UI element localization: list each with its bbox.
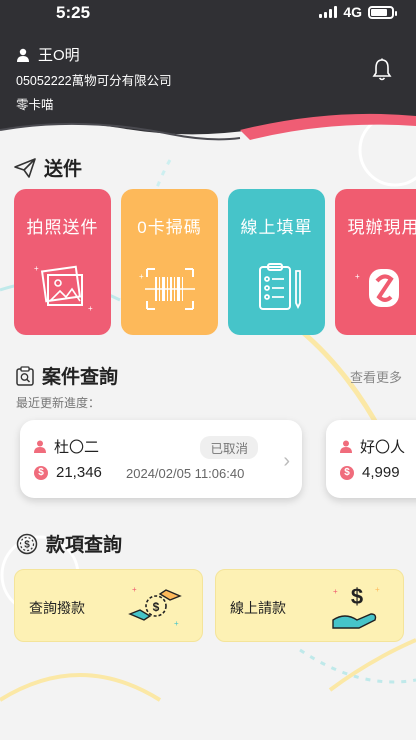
payment-cards: 查詢撥款 $ + + 線上請款 $ + + — [14, 569, 404, 642]
case-card[interactable]: 杜〇二 已取消 $ 21,346 2024/02/05 11:06:40 › — [20, 420, 302, 498]
svg-text:+: + — [132, 585, 137, 594]
status-bar: 5:25 4G — [0, 0, 416, 26]
svg-text:+: + — [333, 587, 338, 596]
case-client: 好〇人 — [340, 436, 405, 457]
status-indicators: 4G — [319, 4, 397, 20]
user-icon — [34, 440, 46, 453]
dollar-coin-icon: $ — [340, 465, 354, 480]
header: 5:25 4G 王O明 05052222萬物可分有限公司 零卡喵 — [0, 0, 416, 150]
svg-text:$: $ — [153, 600, 160, 614]
svg-text:+: + — [139, 272, 144, 281]
query-disbursement-card[interactable]: 查詢撥款 $ + + — [14, 569, 203, 642]
online-claim-card[interactable]: 線上請款 $ + + — [215, 569, 404, 642]
bell-icon[interactable] — [372, 58, 392, 82]
card-barcode-scan[interactable]: 0卡掃碼 + — [121, 189, 218, 335]
recent-updates-label: 最近更新進度： — [16, 396, 101, 410]
user-icon — [340, 440, 352, 453]
instant-use-icon: + — [355, 269, 399, 307]
card-label: 0卡掃碼 — [137, 218, 202, 237]
network-type: 4G — [343, 4, 362, 20]
svg-text:+: + — [174, 619, 179, 628]
case-search-icon — [16, 365, 34, 386]
case-amount-value: 21,346 — [56, 464, 102, 481]
user-icon — [17, 48, 29, 62]
status-badge: 已取消 — [200, 436, 258, 459]
svg-text:+: + — [34, 264, 39, 273]
svg-text:+: + — [88, 304, 93, 313]
svg-text:+: + — [375, 585, 380, 594]
case-title-text: 案件查詢 — [42, 367, 119, 388]
card-online-form[interactable]: 線上填單 — [228, 189, 325, 335]
money-transfer-icon: $ + + — [128, 585, 182, 628]
send-section-title: 送件 — [14, 154, 82, 181]
case-timestamp: 2024/02/05 11:06:40 — [126, 466, 245, 481]
send-cards: 拍照送件 + + 0卡掃碼 + 線上填單 現辦現用 + — [14, 189, 416, 335]
dollar-coin-icon: $ — [34, 465, 48, 480]
case-amount-value: 4,999 — [362, 464, 400, 481]
card-label: 查詢撥款 — [29, 600, 85, 616]
svg-text:$: $ — [351, 584, 363, 609]
card-label: 拍照送件 — [26, 218, 99, 237]
battery-icon — [368, 5, 397, 19]
photo-icon: + + — [34, 264, 93, 313]
case-amount: $ 21,346 — [34, 464, 102, 481]
clipboard-form-icon — [258, 263, 301, 310]
barcode-scan-icon: + — [139, 268, 195, 310]
dollar-circle-icon: $ — [16, 533, 38, 554]
card-label: 線上填單 — [240, 218, 313, 237]
svg-text:+: + — [355, 272, 360, 281]
card-photo-send[interactable]: 拍照送件 + + — [14, 189, 111, 335]
user-info: 王O明 — [16, 44, 80, 65]
card-label: 現辦現用 — [347, 218, 416, 237]
case-client-name: 杜〇二 — [54, 439, 100, 456]
app-screen: 5:25 4G 王O明 05052222萬物可分有限公司 零卡喵 送件 拍照送件… — [0, 0, 416, 740]
case-client-name: 好〇人 — [360, 439, 406, 456]
case-card[interactable]: 好〇人 $ 4,999 — [326, 420, 416, 498]
case-amount: $ 4,999 — [340, 464, 400, 481]
card-instant-use[interactable]: 現辦現用 + — [335, 189, 416, 335]
user-name: 王O明 — [38, 47, 80, 64]
case-client: 杜〇二 — [34, 436, 99, 457]
payment-section-title: $ 款項查詢 — [16, 530, 122, 557]
svg-text:$: $ — [24, 539, 30, 550]
chevron-right-icon: › — [283, 450, 290, 472]
company-name: 05052222萬物可分有限公司 — [16, 74, 172, 88]
paper-plane-icon — [14, 157, 36, 178]
wallet-name: 零卡喵 — [16, 98, 54, 112]
signal-icon — [319, 6, 338, 18]
see-more-link[interactable]: 查看更多 — [350, 367, 402, 386]
money-request-icon: $ + + — [332, 584, 380, 629]
case-section-title: 案件查詢 — [16, 362, 118, 389]
payment-title-text: 款項查詢 — [46, 535, 123, 556]
send-title-text: 送件 — [44, 159, 83, 180]
status-time: 5:25 — [56, 3, 91, 22]
card-label: 線上請款 — [230, 600, 286, 616]
